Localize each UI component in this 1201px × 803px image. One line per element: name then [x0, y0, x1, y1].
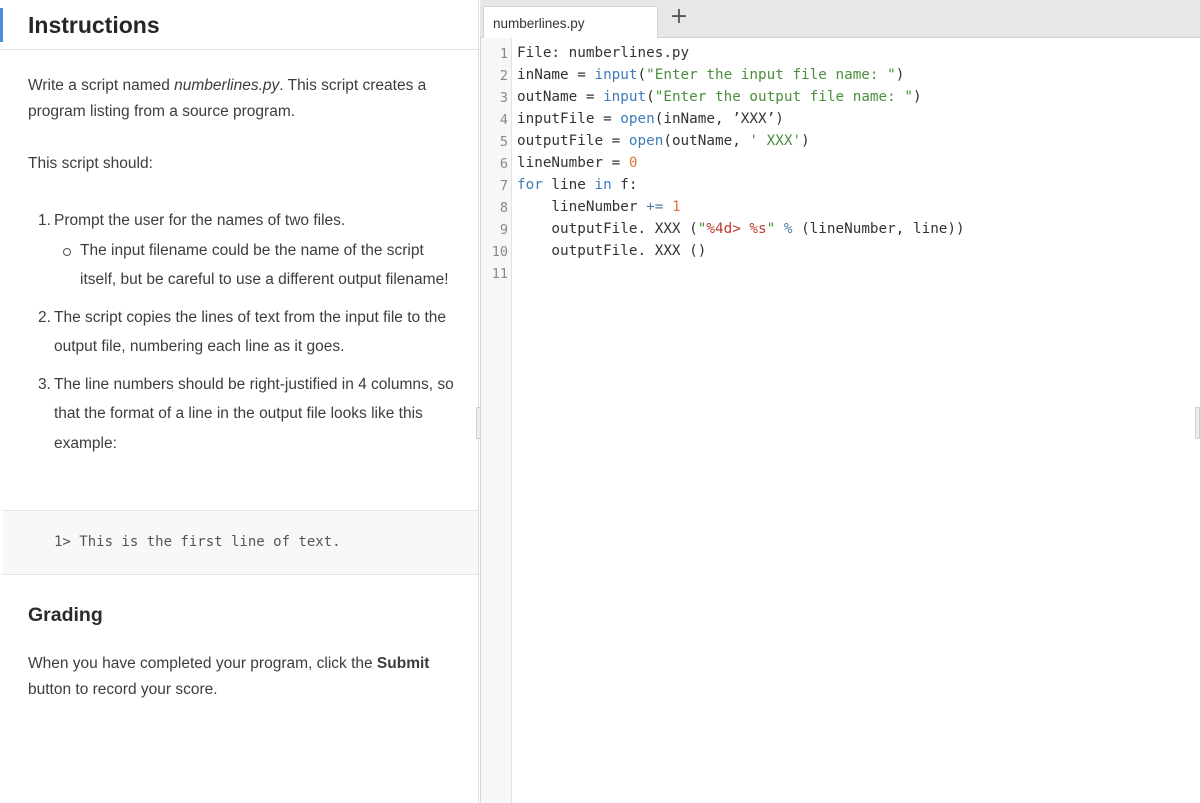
step-item: 2. The script copies the lines of text f… [38, 303, 458, 362]
sub-item: The input filename could be the name of … [63, 236, 458, 295]
grading-paragraph: When you have completed your program, cl… [28, 651, 458, 703]
code-text: inputFile = [517, 111, 621, 127]
grading-suffix: button to record your score. [28, 681, 218, 698]
code-line: File: numberlines.py [517, 45, 689, 61]
example-code: 1> This is the first line of text. [54, 534, 341, 550]
intro-paragraph: Write a script named numberlines.py. Thi… [28, 73, 458, 125]
code-text: ) [801, 133, 810, 149]
line-number: 5 [499, 134, 508, 150]
line-number: 4 [499, 112, 508, 128]
code-line: inputFile = open(inName, ’XXX’) [517, 111, 784, 127]
code-number: 0 [628, 155, 638, 171]
code-function: input [594, 67, 638, 83]
code-operator: += [646, 199, 664, 215]
line-number: 10 [491, 244, 508, 260]
code-text: ) [912, 89, 922, 105]
step-item: 3. The line numbers should be right-just… [38, 370, 458, 459]
code-text: ) [895, 67, 905, 83]
code-text: ( [646, 89, 655, 105]
submit-reference: Submit [376, 655, 430, 672]
code-string: "Enter the output file name: " [654, 89, 913, 105]
code-text: ’XXX’ [732, 111, 776, 127]
line-number: 1 [499, 46, 508, 62]
line-number-gutter: 1 2 3 4 5 6 7 8 9 10 11 [481, 38, 512, 803]
code-number: 1 [671, 199, 681, 215]
step-number: 2. [38, 308, 51, 326]
code-keyword: for [517, 177, 543, 193]
add-tab-icon[interactable]: + [668, 4, 690, 30]
step-text: Prompt the user for the names of two fil… [54, 212, 346, 229]
code-text: File: numberlines.py [517, 45, 690, 61]
line-number: 9 [499, 222, 508, 238]
code-format: %s [749, 221, 767, 237]
editor-tab-bar: numberlines.py + [480, 0, 1201, 39]
code-text: f: [611, 177, 638, 193]
step-item: 1. Prompt the user for the names of two … [38, 206, 458, 295]
line-number: 3 [499, 90, 508, 106]
code-string: ' XXX' [749, 133, 802, 149]
code-function: open [620, 111, 655, 127]
step-text: The script copies the lines of text from… [54, 308, 447, 356]
code-line: lineNumber = 0 [517, 155, 638, 171]
line-number: 2 [499, 68, 508, 84]
code-text: outputFile. XXX () [517, 243, 707, 259]
sub-list: The input filename could be the name of … [54, 236, 458, 295]
code-string: "Enter the input file name: " [646, 67, 896, 83]
line-number: 7 [499, 178, 508, 194]
code-function: open [628, 133, 664, 149]
instructions-title: Instructions [28, 12, 160, 38]
line-number: 11 [491, 266, 508, 282]
code-keyword: in [594, 177, 612, 193]
code-editor[interactable]: 1 2 3 4 5 6 7 8 9 10 11 File: numberline… [480, 38, 1200, 803]
steps-list: 1. Prompt the user for the names of two … [38, 206, 458, 466]
should-label: This script should: [28, 155, 153, 172]
instructions-panel: Instructions Write a script named number… [0, 0, 479, 803]
code-line: outputFile = open(outName, ' XXX') [517, 133, 810, 149]
code-line: outputFile. XXX () [517, 243, 706, 259]
code-text: lineNumber = [517, 155, 629, 171]
step-number: 1. [38, 212, 51, 229]
tab-numberlines[interactable]: numberlines.py [483, 6, 658, 39]
code-line: lineNumber += 1 [517, 199, 681, 215]
code-string: " [766, 221, 776, 237]
step-number: 3. [38, 375, 51, 393]
code-text: ( [637, 67, 647, 83]
code-format: %4d> [706, 221, 741, 237]
code-function: input [603, 89, 647, 105]
code-text: outputFile. XXX ( [517, 221, 698, 237]
code-line: inName = input("Enter the input file nam… [517, 67, 904, 83]
line-number: 6 [499, 156, 508, 172]
code-text: lineNumber [517, 199, 647, 215]
line-number: 8 [499, 200, 508, 216]
intro-prefix: Write a script named [28, 77, 175, 94]
code-text: ) [775, 111, 784, 127]
code-text: outputFile = [517, 133, 629, 149]
example-block: 1> This is the first line of text. [3, 510, 478, 575]
code-text: line [542, 177, 595, 193]
intro-filename: numberlines.py [174, 77, 280, 94]
code-text: (lineNumber, line)) [792, 221, 965, 237]
grading-prefix: When you have completed your program, cl… [28, 655, 377, 672]
code-text: inName = [517, 67, 595, 83]
code-line: outName = input("Enter the output file n… [517, 89, 922, 105]
active-indicator [0, 8, 3, 42]
tab-label: numberlines.py [493, 16, 585, 31]
step-text: The line numbers should be right-justifi… [54, 375, 454, 452]
code-text: outName = [517, 89, 604, 105]
code-text: (inName, [654, 111, 733, 127]
grading-title: Grading [28, 604, 103, 626]
code-text: (outName, [663, 133, 750, 149]
code-line: for line in f: [517, 177, 638, 193]
code-line: outputFile. XXX ("%4d> %s" % (lineNumber… [517, 221, 965, 237]
